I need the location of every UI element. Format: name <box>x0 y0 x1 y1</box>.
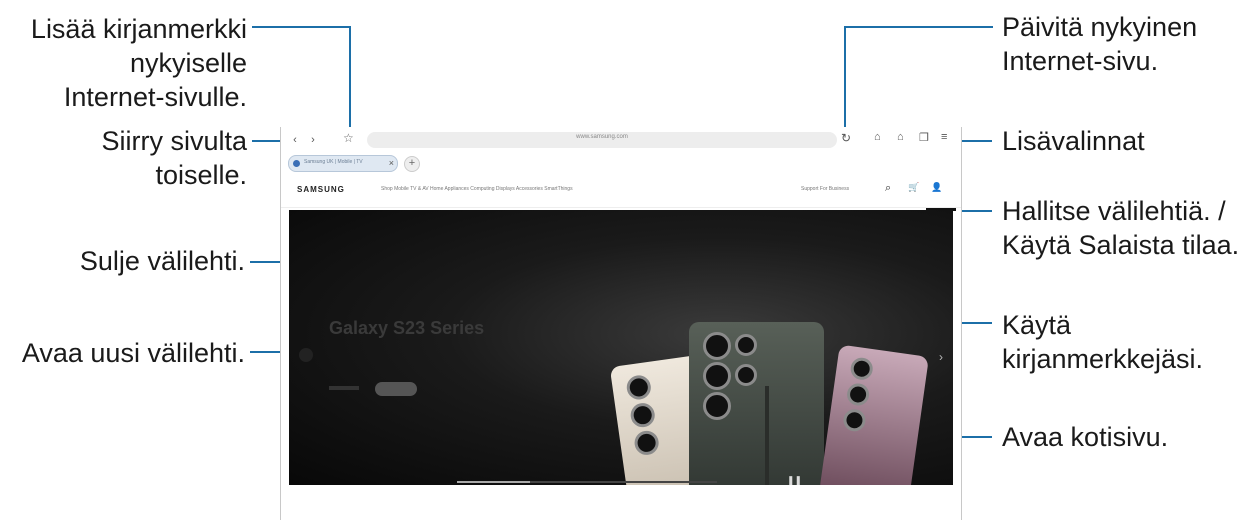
manage-tabs-callout-line-1: Hallitse välilehtiä. / <box>1002 196 1226 226</box>
hero-banner[interactable]: Galaxy S23 Series › ❚❚ <box>289 210 953 485</box>
site-menu[interactable]: Shop Mobile TV & AV Home Appliances Comp… <box>381 186 573 192</box>
nav-buttons: ‹ › <box>286 132 326 148</box>
tab-active[interactable]: Samsung UK | Mobile | TV × <box>288 155 398 172</box>
hero-next-icon[interactable]: › <box>939 350 943 364</box>
refresh-callout-line <box>844 26 993 132</box>
refresh-callout: Päivitä nykyinen Internet-sivu. <box>1002 10 1197 78</box>
navigate-callout: Siirry sivulta toiselle. <box>0 124 247 192</box>
more-options-callout: Lisävalinnat <box>1002 126 1145 156</box>
site-logo[interactable]: SAMSUNG <box>297 185 345 194</box>
new-tab-callout: Avaa uusi välilehti. <box>21 338 245 368</box>
bookmark-callout-line-2: nykyiselle <box>129 48 247 78</box>
url-text: www.samsung.com <box>576 134 628 140</box>
close-tab-callout: Sulje välilehti. <box>79 246 245 276</box>
s-pen <box>765 386 769 485</box>
hero-prev-button[interactable] <box>299 348 313 362</box>
browser-toolbar: ‹ › ☆ www.samsung.com ↻ ⌂ ⌂ ❐ ≡ <box>281 127 961 153</box>
menu-icon[interactable]: ≡ <box>941 131 947 143</box>
camera-lens <box>845 382 871 407</box>
phone-lavender <box>818 344 930 485</box>
site-support-links[interactable]: Support For Business <box>801 186 849 192</box>
slide-progress[interactable] <box>457 481 717 483</box>
camera-lens <box>735 364 757 386</box>
hero-title: Galaxy S23 Series <box>329 318 485 338</box>
forward-icon[interactable]: › <box>304 132 322 148</box>
bookmarks-callout: Käytä kirjanmerkkejäsi. <box>1002 308 1203 376</box>
bookmarks-callout-line-2: kirjanmerkkejäsi. <box>1002 344 1204 374</box>
tab-close-icon[interactable]: × <box>389 157 394 169</box>
camera-lens <box>629 401 657 429</box>
home-callout: Avaa kotisivu. <box>1002 422 1169 452</box>
bookmarks-callout-line-1: Käytä <box>1002 310 1072 340</box>
hero-buy-button[interactable] <box>375 382 417 396</box>
navigate-callout-line-1: Siirry sivulta <box>101 126 247 156</box>
bookmark-callout: Lisää kirjanmerkki nykyiselle Internet-s… <box>0 12 247 114</box>
bookmark-callout-line-1: Lisää kirjanmerkki <box>30 14 247 44</box>
manage-tabs-callout: Hallitse välilehtiä. / Käytä Salaista ti… <box>1002 194 1239 262</box>
camera-lens <box>842 407 867 433</box>
camera-lens <box>849 356 875 382</box>
hero-link[interactable] <box>329 386 359 390</box>
bookmark-callout-line <box>252 26 351 132</box>
camera-lens <box>703 392 731 420</box>
pause-icon[interactable]: ❚❚ <box>787 475 802 485</box>
manage-tabs-callout-line-2: Käytä Salaista tilaa. <box>1002 230 1240 260</box>
home-icon[interactable]: ⌂ <box>874 131 881 143</box>
bookmarks-icon[interactable]: ⌂ <box>897 131 904 143</box>
address-bar[interactable]: www.samsung.com <box>367 132 837 148</box>
site-user-icon[interactable]: 👤 <box>931 182 942 193</box>
refresh-callout-line-2: Internet-sivu. <box>1002 46 1159 76</box>
new-tab-button[interactable]: + <box>404 156 420 172</box>
slide-progress-fill <box>457 481 530 483</box>
tab-title: Samsung UK | Mobile | TV <box>304 159 363 165</box>
site-search-icon[interactable]: ⌕ <box>885 182 891 195</box>
camera-lens <box>703 362 731 390</box>
page-footer-area <box>281 487 961 520</box>
camera-lens <box>703 332 731 360</box>
tab-favicon-icon <box>293 160 300 167</box>
phone-green <box>689 322 824 485</box>
site-cart-icon[interactable]: 🛒 <box>908 182 919 193</box>
bookmark-callout-line-3: Internet-sivulle. <box>63 82 247 112</box>
site-header: SAMSUNG Shop Mobile TV & AV Home Applian… <box>281 173 961 208</box>
refresh-callout-line-1: Päivitä nykyinen <box>1002 12 1198 42</box>
camera-lens <box>625 373 653 401</box>
camera-lens <box>735 334 757 356</box>
camera-lens <box>633 429 661 457</box>
back-icon[interactable]: ‹ <box>286 132 304 148</box>
bookmark-star-icon[interactable]: ☆ <box>343 131 354 145</box>
reload-icon[interactable]: ↻ <box>841 131 851 145</box>
browser-window: ‹ › ☆ www.samsung.com ↻ ⌂ ⌂ ❐ ≡ Samsung U… <box>280 127 962 520</box>
tabs-icon[interactable]: ❐ <box>919 131 929 144</box>
navigate-callout-line-2: toiselle. <box>155 160 247 190</box>
tab-strip: Samsung UK | Mobile | TV × + <box>281 153 961 173</box>
